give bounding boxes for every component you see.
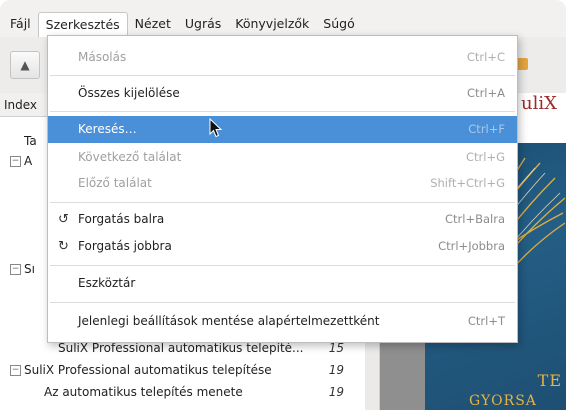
menubar: Fájl Szerkesztés Nézet Ugrás Könyvjelzők… xyxy=(0,11,566,37)
cover-brand-text: uliX xyxy=(521,93,557,114)
index-row-label: SuliX Professional automatikus telepítés… xyxy=(24,363,272,377)
menu-item-shortcut: Ctrl+F xyxy=(468,122,505,136)
index-row-label: Sı xyxy=(24,262,35,276)
menu-bookmarks[interactable]: Könyvjelzők xyxy=(228,12,316,36)
menu-item-label: Következő találat xyxy=(78,150,182,164)
menu-item-shortcut: Ctrl+A xyxy=(467,86,505,100)
cover-subtitle-text: GYORSA xyxy=(469,393,537,409)
cover-title-text: TE xyxy=(537,371,562,390)
edit-menu-dropdown: Másolás Ctrl+C Összes kijelölése Ctrl+A … xyxy=(47,35,518,343)
previous-page-button[interactable]: ▲ xyxy=(10,51,40,79)
menu-separator xyxy=(50,111,515,112)
menu-view[interactable]: Nézet xyxy=(128,12,178,36)
menu-separator xyxy=(50,265,515,266)
menu-item-find[interactable]: Keresés… Ctrl+F xyxy=(48,116,517,143)
app-window: Fájl Szerkesztés Nézet Ugrás Könyvjelzők… xyxy=(0,0,566,410)
menu-item-label: Forgatás balra xyxy=(78,212,165,226)
collapse-icon[interactable]: − xyxy=(10,264,21,275)
menu-item-rotate-right[interactable]: ↻ Forgatás jobbra Ctrl+Jobbra xyxy=(48,233,517,260)
menu-item-shortcut: Ctrl+Balra xyxy=(444,212,505,226)
menu-item-find-next[interactable]: Következő találat Ctrl+G xyxy=(48,144,517,171)
index-row[interactable]: Az automatikus telepítés menete 19 xyxy=(0,381,358,403)
menu-item-label: Forgatás jobbra xyxy=(78,239,172,253)
menu-edit[interactable]: Szerkesztés xyxy=(37,11,128,37)
menu-item-select-all[interactable]: Összes kijelölése Ctrl+A xyxy=(48,80,517,107)
menu-item-shortcut: Ctrl+Jobbra xyxy=(438,239,505,253)
index-row-page: 19 xyxy=(328,363,344,377)
rotate-left-icon: ↺ xyxy=(58,212,69,227)
menu-separator xyxy=(50,302,515,303)
menu-item-shortcut: Ctrl+G xyxy=(465,150,505,164)
menu-item-label: Másolás xyxy=(78,50,127,64)
collapse-icon[interactable]: − xyxy=(10,156,21,167)
index-row-page: 19 xyxy=(328,385,344,399)
menu-item-save-settings-default[interactable]: Jelenlegi beállítások mentése alapértelm… xyxy=(48,308,517,335)
menu-go[interactable]: Ugrás xyxy=(178,12,228,36)
menu-item-label: Keresés… xyxy=(78,122,137,136)
menu-item-toolbar[interactable]: Eszköztár xyxy=(48,270,517,297)
index-row[interactable]: − SuliX Professional automatikus telepít… xyxy=(0,359,358,381)
menu-item-label: Jelenlegi beállítások mentése alapértelm… xyxy=(78,314,380,328)
menu-separator xyxy=(50,202,515,203)
menu-item-label: Eszköztár xyxy=(78,276,136,290)
menu-separator xyxy=(50,75,515,76)
menu-item-shortcut: Shift+Ctrl+G xyxy=(430,176,505,190)
index-row-label: Ta xyxy=(24,134,37,148)
index-row-label: A xyxy=(24,154,33,168)
menu-file[interactable]: Fájl xyxy=(3,12,38,36)
rotate-right-icon: ↻ xyxy=(58,239,69,254)
menu-item-shortcut: Ctrl+C xyxy=(466,50,505,64)
menu-item-label: Összes kijelölése xyxy=(78,86,180,100)
menu-item-label: Előző találat xyxy=(78,176,152,190)
menu-item-rotate-left[interactable]: ↺ Forgatás balra Ctrl+Balra xyxy=(48,206,517,233)
mouse-pointer-icon xyxy=(209,118,223,138)
menu-item-copy[interactable]: Másolás Ctrl+C xyxy=(48,44,517,71)
menu-help[interactable]: Súgó xyxy=(316,12,361,36)
menu-item-find-previous[interactable]: Előző találat Shift+Ctrl+G xyxy=(48,170,517,197)
arrow-up-icon: ▲ xyxy=(20,58,30,72)
index-row-label: Az automatikus telepítés menete xyxy=(44,385,243,399)
menu-item-shortcut: Ctrl+T xyxy=(467,314,505,328)
collapse-icon[interactable]: − xyxy=(10,365,21,376)
